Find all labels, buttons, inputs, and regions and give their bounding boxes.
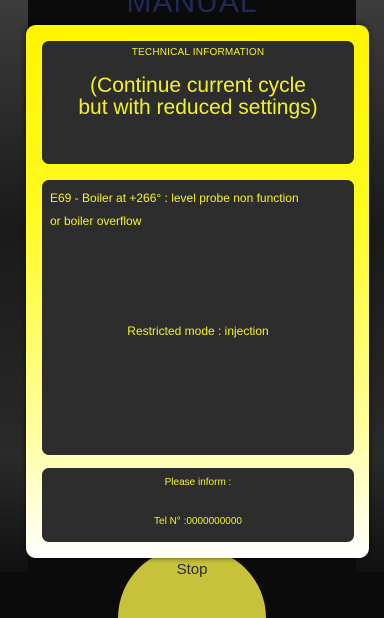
technical-info-header: TECHNICAL INFORMATION <box>131 47 265 58</box>
error-detail-panel: E69 - Boiler at +266° : level probe non … <box>42 180 354 455</box>
technical-info-line2: but with reduced settings) <box>78 96 318 119</box>
stop-button[interactable]: Stop <box>118 548 266 618</box>
technical-info-message: (Continue current cycle but with reduced… <box>42 75 354 119</box>
telephone-line: Tel N° :0000000000 <box>42 516 354 527</box>
background-title: MANUAL <box>126 0 258 19</box>
background-left-panel <box>0 0 28 572</box>
technical-info-line1: (Continue current cycle <box>90 74 306 97</box>
contact-panel: Please inform : Tel N° :0000000000 <box>42 468 354 542</box>
telephone-number: 0000000000 <box>186 516 242 527</box>
error-description-line2: or boiler overflow <box>50 214 142 228</box>
stop-button-label: Stop <box>176 561 208 578</box>
please-inform-label: Please inform : <box>164 477 232 488</box>
telephone-label: Tel N° : <box>154 516 187 527</box>
technical-info-panel: TECHNICAL INFORMATION (Continue current … <box>42 41 354 164</box>
technical-info-modal: TECHNICAL INFORMATION (Continue current … <box>26 25 369 558</box>
error-description-line1: E69 - Boiler at +266° : level probe non … <box>50 191 299 205</box>
restricted-mode-text: Restricted mode : injection <box>127 324 269 338</box>
